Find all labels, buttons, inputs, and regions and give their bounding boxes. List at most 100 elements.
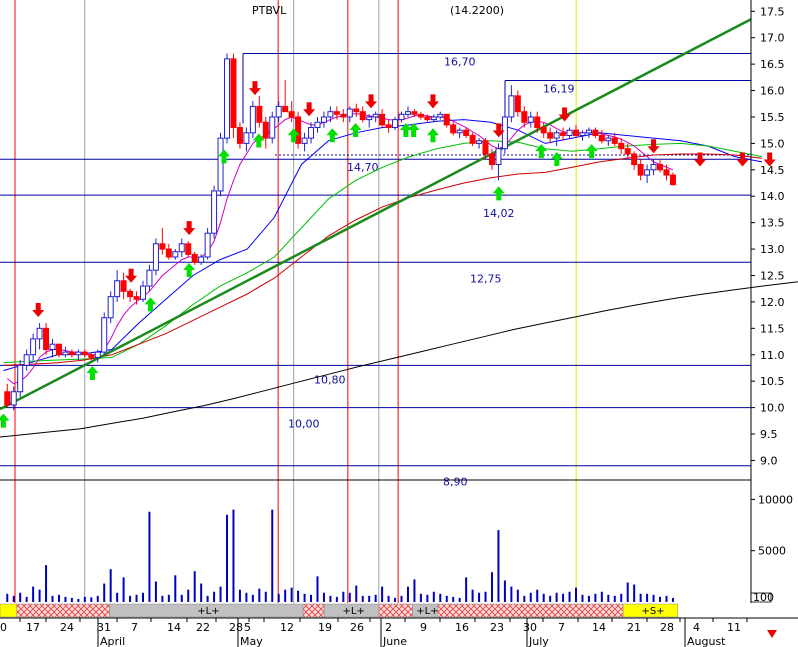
date-tick-label: 11 — [727, 621, 741, 634]
candle-body — [159, 243, 166, 250]
date-tick-label: 24 — [60, 621, 74, 634]
candle-body — [282, 105, 289, 113]
candle-body — [288, 111, 295, 118]
price-tick-label: 15.5 — [760, 111, 785, 124]
candle-body — [146, 269, 153, 287]
candle-body — [114, 280, 121, 298]
chart-header-values: (14.2200) — [450, 4, 504, 17]
candle-body — [172, 251, 179, 258]
candle-body — [314, 121, 321, 129]
candle-body — [243, 132, 250, 144]
candle-body — [637, 164, 644, 176]
candle-body — [68, 351, 75, 356]
candle-body — [295, 116, 302, 144]
candle-body — [553, 132, 560, 139]
candle-body — [560, 132, 567, 136]
price-tick-label: 10.5 — [760, 375, 785, 388]
candle-body — [631, 153, 638, 166]
candle-body — [417, 113, 424, 118]
status-segment-label: +S+ — [641, 606, 664, 617]
candle-body — [463, 129, 470, 136]
candle-body — [127, 290, 134, 298]
date-tick-label: 28 — [660, 621, 674, 634]
status-segment — [437, 603, 624, 618]
candle-body — [657, 164, 664, 171]
candle-body — [488, 153, 495, 166]
candle-body — [469, 134, 476, 144]
candle-body — [191, 253, 198, 263]
candle-body — [275, 105, 282, 118]
candle-body — [249, 105, 256, 134]
price-tick-label: 15.0 — [760, 137, 785, 150]
date-tick-label: 30 — [523, 621, 537, 634]
candle-body — [230, 58, 237, 129]
status-segment-label: +L+ — [416, 606, 438, 617]
candle-body — [346, 108, 353, 118]
candle-body — [392, 119, 399, 129]
candle-body — [476, 140, 483, 144]
candle-body — [424, 116, 431, 121]
date-tick-label: 16 — [455, 621, 469, 634]
candle-body — [327, 111, 334, 118]
month-label: May — [240, 635, 263, 647]
date-tick-label: 21 — [627, 621, 641, 634]
candle-body — [398, 113, 405, 121]
candle-body — [605, 137, 612, 142]
candle-body — [49, 343, 56, 350]
date-tick-label: 26 — [350, 621, 364, 634]
candle-body — [36, 327, 43, 340]
candle-body — [385, 124, 392, 129]
candle-body — [437, 113, 444, 118]
level-label: 10,80 — [314, 373, 346, 386]
date-tick-label: 7 — [131, 621, 138, 634]
candle-body — [585, 129, 592, 134]
price-tick-label: 9.5 — [760, 428, 778, 441]
candle-body — [527, 116, 534, 123]
candle-body — [579, 132, 586, 136]
candle-body — [598, 134, 605, 142]
date-tick-label: 12 — [280, 621, 294, 634]
status-segment — [302, 603, 325, 618]
candle-body — [107, 296, 114, 319]
candle-body — [456, 129, 463, 134]
price-axis: 17.5 17.0 16.5 16.0 15.5 15.0 14.5 14.0 13.5 13.0… — [750, 5, 793, 604]
candle-body — [366, 116, 373, 121]
candle-body — [443, 113, 450, 126]
price-tick-label: 11.0 — [760, 349, 785, 362]
candle-body — [320, 116, 327, 123]
candle-body — [611, 137, 618, 144]
candle-body — [101, 317, 108, 353]
candle-body — [333, 111, 340, 115]
scroll-right-icon — [767, 630, 777, 638]
scroll-right-arrow[interactable] — [767, 630, 777, 638]
candle-body — [30, 338, 37, 356]
level-label: 14,70 — [347, 161, 379, 174]
date-tick-label: 28 — [229, 621, 243, 634]
price-tick-label: 16.0 — [760, 85, 785, 98]
level-label: 16,70 — [444, 56, 476, 69]
level-label: 16,19 — [543, 83, 575, 96]
candle-body — [178, 243, 185, 253]
price-tick-label: 9.0 — [760, 454, 778, 467]
candle-body — [430, 116, 437, 121]
candle-body — [301, 137, 308, 144]
candle-body — [482, 140, 489, 155]
candle-body — [256, 105, 263, 123]
candle-body — [62, 351, 69, 356]
level-label: 8,90 — [443, 476, 468, 489]
status-segment — [378, 603, 413, 618]
candle-body — [508, 95, 515, 118]
price-tick-label: 12.5 — [760, 269, 785, 282]
candle-body — [404, 111, 411, 115]
candle-body — [204, 232, 211, 258]
price-tick-label: 13.0 — [760, 243, 785, 256]
candle-body — [450, 124, 457, 134]
candle-body — [618, 142, 625, 150]
month-label: July — [528, 635, 549, 647]
candle-body — [75, 351, 82, 356]
candle-body — [353, 108, 360, 113]
candle-body — [650, 164, 657, 171]
price-tick-label: 17.5 — [760, 5, 785, 18]
candle-body — [501, 116, 508, 150]
status-segment-label: +L+ — [343, 606, 365, 617]
